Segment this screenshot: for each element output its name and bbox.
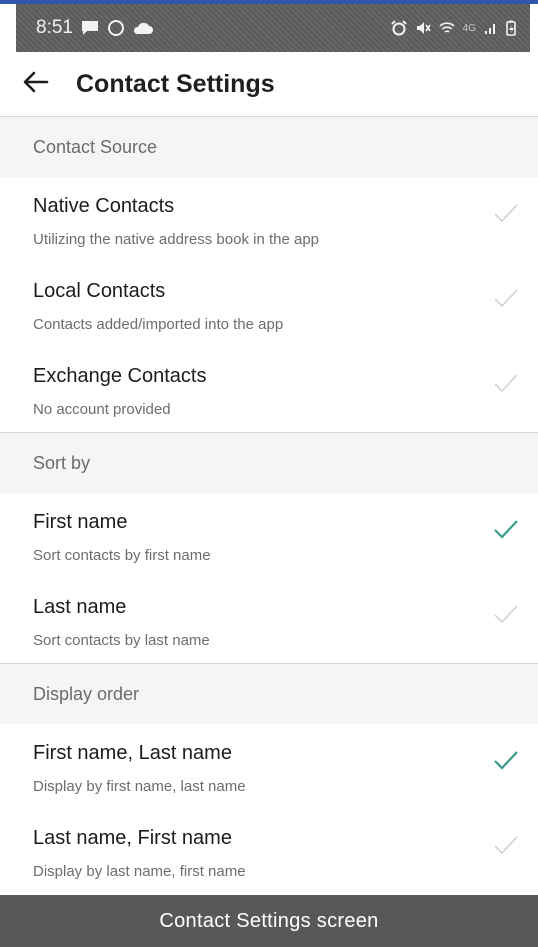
option-title: Exchange Contacts (33, 365, 207, 387)
option-subtitle: No account provided (33, 401, 171, 418)
phone-screen: 8:51 4G Contact Settings Contact Source … (0, 0, 538, 947)
check-icon (494, 289, 518, 308)
check-icon (494, 374, 518, 393)
network-type: 4G (462, 22, 476, 34)
check-icon (494, 836, 518, 855)
back-button[interactable] (6, 52, 66, 116)
option-subtitle: Display by first name, last name (33, 778, 246, 795)
check-icon (494, 605, 518, 624)
status-bar: 8:51 4G (16, 4, 530, 52)
battery-icon (506, 20, 516, 36)
option-subtitle: Sort contacts by last name (33, 632, 210, 649)
section-header-display-order: Display order (0, 664, 538, 724)
page-title: Contact Settings (76, 69, 275, 98)
section-header-sort-by: Sort by (0, 433, 538, 493)
option-title: Last name (33, 596, 127, 618)
option-title: Native Contacts (33, 195, 175, 217)
caption-bar: Contact Settings screen (0, 895, 538, 947)
option-display-last-first[interactable]: Last name, First name Display by last na… (0, 809, 538, 894)
check-icon (494, 204, 518, 223)
option-subtitle: Contacts added/imported into the app (33, 316, 284, 333)
option-subtitle: Sort contacts by first name (33, 547, 211, 564)
sync-circle-icon (107, 19, 125, 37)
option-title: Local Contacts (33, 280, 166, 302)
option-sort-last-name[interactable]: Last name Sort contacts by last name (0, 578, 538, 663)
cloud-icon (133, 21, 153, 35)
check-icon (494, 520, 518, 539)
option-title: First name (33, 511, 128, 533)
section-header-contact-source: Contact Source (0, 117, 538, 177)
option-display-first-last[interactable]: First name, Last name Display by first n… (0, 724, 538, 809)
status-time: 8:51 (36, 17, 73, 38)
alarm-icon (390, 20, 407, 36)
option-title: Last name, First name (33, 827, 232, 849)
wifi-icon (439, 20, 455, 36)
signal-icon (484, 21, 498, 35)
option-native-contacts[interactable]: Native Contacts Utilizing the native add… (0, 177, 538, 262)
option-title: First name, Last name (33, 742, 232, 764)
message-icon (81, 20, 99, 36)
app-bar: Contact Settings (0, 52, 538, 117)
settings-list: Contact Source Native Contacts Utilizing… (0, 117, 538, 894)
mute-icon (415, 20, 431, 36)
option-local-contacts[interactable]: Local Contacts Contacts added/imported i… (0, 262, 538, 347)
caption-text: Contact Settings screen (159, 909, 379, 932)
option-sort-first-name[interactable]: First name Sort contacts by first name (0, 493, 538, 578)
option-subtitle: Display by last name, first name (33, 863, 246, 880)
check-icon (494, 751, 518, 770)
option-subtitle: Utilizing the native address book in the… (33, 231, 320, 248)
option-exchange-contacts[interactable]: Exchange Contacts No account provided (0, 347, 538, 432)
arrow-left-icon (23, 71, 49, 98)
